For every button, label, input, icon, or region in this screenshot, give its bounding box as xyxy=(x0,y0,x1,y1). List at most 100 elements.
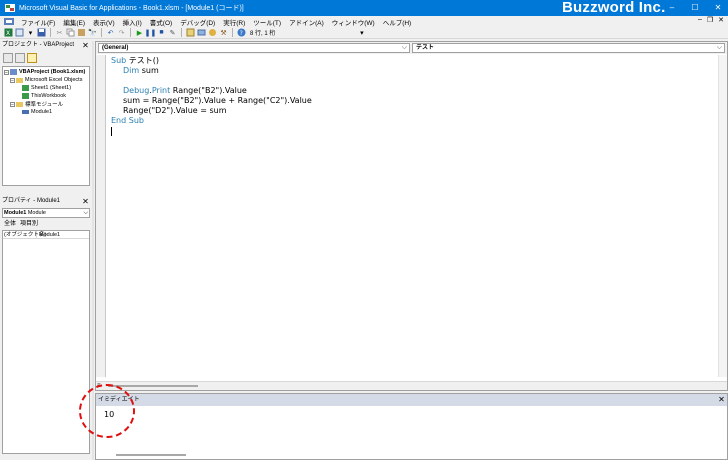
mdi-controls: – ❐ ✕ xyxy=(698,16,724,24)
collapse-icon[interactable]: − xyxy=(4,69,9,75)
folder-icon xyxy=(16,78,23,83)
menu-edit[interactable]: 編集(E) xyxy=(59,17,89,27)
code-text: sum xyxy=(139,66,159,75)
menu-help[interactable]: ヘルプ(H) xyxy=(379,17,416,27)
tree-item-excel-objects[interactable]: − Microsoft Excel Objects xyxy=(10,76,82,84)
toolbar-separator xyxy=(181,28,182,37)
code-keyword: Debug xyxy=(123,86,150,95)
procedure-combo-value: テスト xyxy=(416,45,435,51)
menu-tools[interactable]: ツール(T) xyxy=(249,17,285,27)
project-pane-close-button[interactable]: ✕ xyxy=(81,41,90,50)
properties-icon[interactable] xyxy=(197,28,206,37)
insert-module-icon[interactable] xyxy=(15,28,24,37)
tree-label: Module1 xyxy=(31,109,53,115)
annotation-circle xyxy=(79,384,135,438)
tab-categorized[interactable]: 項目別 xyxy=(20,219,38,229)
svg-text:X: X xyxy=(6,30,10,37)
property-row[interactable]: (オブジェクト名) Module1 xyxy=(3,231,89,239)
immediate-close-button[interactable]: ✕ xyxy=(717,395,726,404)
menu-window[interactable]: ウィンドウ(W) xyxy=(328,17,379,27)
undo-icon[interactable]: ↶ xyxy=(106,28,115,37)
tree-item-module1[interactable]: Module1 xyxy=(22,108,52,116)
help-icon[interactable]: ? xyxy=(237,28,246,37)
mdi-restore-button[interactable]: ❐ xyxy=(707,16,713,24)
toolbar-separator xyxy=(101,28,102,37)
tree-item-project[interactable]: − VBAProject (Book1.xlsm) xyxy=(4,68,85,76)
menu-format[interactable]: 書式(O) xyxy=(146,17,176,27)
maximize-button[interactable]: ☐ xyxy=(689,2,701,14)
menu-view[interactable]: 表示(V) xyxy=(89,17,119,27)
chevron-down-icon[interactable]: ⌵ xyxy=(83,209,88,217)
toggle-folders-button[interactable] xyxy=(27,53,37,63)
object-browser-icon[interactable] xyxy=(208,28,217,37)
cursor-position-indicator: 8 行, 1 桁 xyxy=(250,31,276,37)
redo-icon[interactable]: ↷ xyxy=(117,28,126,37)
tree-item-thisworkbook[interactable]: ThisWorkbook xyxy=(22,92,66,100)
object-combo[interactable]: (General) ⌵ xyxy=(98,43,410,53)
mdi-close-button[interactable]: ✕ xyxy=(718,16,724,24)
toolbar-options-icon[interactable]: ▾ xyxy=(357,28,366,37)
view-code-button[interactable] xyxy=(3,53,13,63)
vbaproject-icon xyxy=(10,69,17,75)
toolbar-separator xyxy=(50,28,51,37)
close-window-button[interactable]: ✕ xyxy=(712,2,724,14)
minimize-button[interactable]: – xyxy=(666,2,678,14)
menu-debug[interactable]: デバッグ(D) xyxy=(176,17,219,27)
properties-grid: (オブジェクト名) Module1 xyxy=(2,230,90,454)
copy-icon[interactable] xyxy=(66,28,75,37)
code-horizontal-scrollbar[interactable]: ≡ xyxy=(96,381,727,390)
vba-menu-icon[interactable] xyxy=(4,17,14,26)
scroll-thumb[interactable] xyxy=(108,385,198,387)
reset-icon[interactable]: ■ xyxy=(157,28,166,37)
tree-item-sheet1[interactable]: Sheet1 (Sheet1) xyxy=(22,84,71,92)
find-icon[interactable]: 🔭 xyxy=(88,28,97,37)
immediate-scroll-thumb[interactable] xyxy=(116,454,186,456)
collapse-icon[interactable]: − xyxy=(10,77,15,83)
dropdown-arrow-icon[interactable]: ▾ xyxy=(26,28,35,37)
toolbox-icon[interactable]: ⚒ xyxy=(219,28,228,37)
collapse-icon[interactable]: − xyxy=(10,101,15,107)
code-line: Range("D2").Value = sum xyxy=(123,106,227,115)
tree-label: 標準モジュール xyxy=(25,102,64,108)
code-line: Debug.Print Range("B2").Value xyxy=(123,86,247,96)
design-mode-icon[interactable]: ✎ xyxy=(168,28,177,37)
save-icon[interactable] xyxy=(37,28,46,37)
tree-item-modules-folder[interactable]: − 標準モジュール xyxy=(10,100,63,108)
menu-addins[interactable]: アドイン(A) xyxy=(285,17,328,27)
code-editor[interactable]: Sub テスト() Dim sum Debug.Print Range("B2"… xyxy=(107,55,717,377)
project-explorer-icon[interactable] xyxy=(186,28,195,37)
standard-toolbar: X ▾ ✂ 🔭 ↶ ↷ ▶ ❚❚ ■ ✎ ⚒ ? 8 行, 1 桁 ▾ xyxy=(0,27,728,39)
chevron-down-icon[interactable]: ⌵ xyxy=(717,44,722,52)
code-combos: (General) ⌵ テスト ⌵ xyxy=(96,42,727,54)
code-margin[interactable] xyxy=(96,55,106,377)
chevron-down-icon[interactable]: ⌵ xyxy=(402,44,407,52)
tab-alphabetic[interactable]: 全体 xyxy=(4,219,16,229)
menu-insert[interactable]: 挿入(I) xyxy=(119,17,146,27)
paste-icon[interactable] xyxy=(77,28,86,37)
menu-run[interactable]: 実行(R) xyxy=(219,17,249,27)
tree-label: VBAProject (Book1.xlsm) xyxy=(19,69,86,75)
procedure-combo[interactable]: テスト ⌵ xyxy=(412,43,725,53)
mdi-minimize-button[interactable]: – xyxy=(698,16,702,24)
immediate-window-title: イミディエイト xyxy=(96,394,727,406)
window-title-bar: Microsoft Visual Basic for Applications … xyxy=(0,0,728,16)
object-name: Module1 xyxy=(4,210,27,216)
cut-icon[interactable]: ✂ xyxy=(55,28,64,37)
code-text: Range("B2").Value xyxy=(170,86,247,95)
workbook-icon xyxy=(22,93,29,99)
project-tree: − VBAProject (Book1.xlsm) − Microsoft Ex… xyxy=(2,66,90,186)
view-object-button[interactable] xyxy=(15,53,25,63)
code-vertical-scrollbar[interactable] xyxy=(718,55,727,377)
vba-app-icon xyxy=(5,4,15,12)
properties-pane-close-button[interactable]: ✕ xyxy=(81,197,90,206)
property-value[interactable]: Module1 xyxy=(37,231,60,238)
break-icon[interactable]: ❚❚ xyxy=(145,28,157,37)
excel-icon[interactable]: X xyxy=(4,28,13,37)
code-text: テスト() xyxy=(126,56,160,65)
properties-object-select[interactable]: Module1 Module ⌵ xyxy=(2,208,90,218)
menu-file[interactable]: ファイル(F) xyxy=(17,17,59,27)
run-icon[interactable]: ▶ xyxy=(135,28,144,37)
code-line: End Sub xyxy=(111,116,144,125)
svg-text:?: ? xyxy=(240,30,243,37)
object-combo-value: (General) xyxy=(102,45,129,51)
